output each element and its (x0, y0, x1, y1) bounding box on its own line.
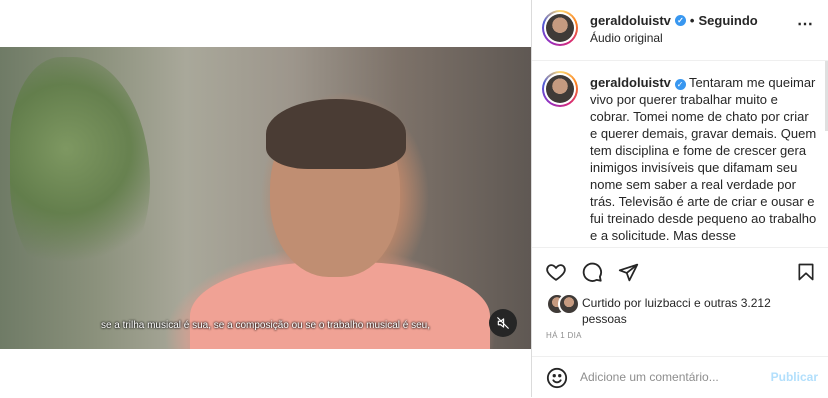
caption-text: geraldoluistv ✓ Tentaram me queimar vivo… (590, 74, 818, 244)
video-subtitle: se a trilha musical é sua, se a composiç… (100, 320, 431, 331)
post-side-panel: geraldoluistv ✓ • Seguindo Áudio origina… (531, 0, 828, 397)
comment-button[interactable] (580, 260, 604, 284)
video-person-hair (266, 99, 406, 169)
heart-icon (546, 264, 566, 281)
comment-bar: Publicar (532, 356, 828, 398)
post-header: geraldoluistv ✓ • Seguindo Áudio origina… (532, 0, 828, 61)
speaker-muted-icon (497, 317, 509, 329)
caption-author-avatar[interactable] (542, 71, 578, 107)
publish-button[interactable]: Publicar (771, 370, 818, 384)
author-username[interactable]: geraldoluistv (590, 13, 671, 28)
post-time[interactable]: HÁ 1 DIA (546, 331, 582, 340)
send-icon (618, 263, 638, 281)
comment-input[interactable] (580, 367, 750, 387)
caption-verified-badge-icon: ✓ (674, 79, 686, 90)
audio-link[interactable]: Áudio original (590, 31, 663, 45)
bookmark-icon (798, 263, 814, 281)
liker-avatar[interactable] (558, 293, 580, 315)
caption-body: Tentaram me queimar vivo por querer trab… (590, 75, 817, 243)
caption-username[interactable]: geraldoluistv (590, 75, 671, 90)
post-media: se a trilha musical é sua, se a composiç… (0, 0, 531, 397)
verified-badge-icon: ✓ (674, 15, 686, 26)
likes-text[interactable]: Curtido por luizbacci e outras 3.212 pes… (582, 295, 812, 327)
following-button[interactable]: Seguindo (698, 13, 757, 28)
like-button[interactable] (544, 260, 568, 284)
mute-button[interactable] (489, 309, 517, 337)
action-bar (532, 247, 828, 294)
author-name-row: geraldoluistv ✓ • Seguindo (590, 13, 758, 28)
video-background-plant (10, 57, 150, 287)
separator-dot: • (689, 13, 695, 28)
comment-bubble-icon (582, 262, 602, 282)
caption-area: geraldoluistv ✓ Tentaram me queimar vivo… (532, 61, 828, 247)
more-options-icon[interactable]: ⋯ (797, 14, 814, 34)
video-player[interactable]: se a trilha musical é sua, se a composiç… (0, 47, 531, 349)
save-button[interactable] (794, 260, 818, 284)
emoji-smile-icon (546, 367, 568, 389)
share-button[interactable] (616, 260, 640, 284)
emoji-button[interactable] (546, 367, 568, 389)
author-avatar[interactable] (542, 10, 578, 46)
